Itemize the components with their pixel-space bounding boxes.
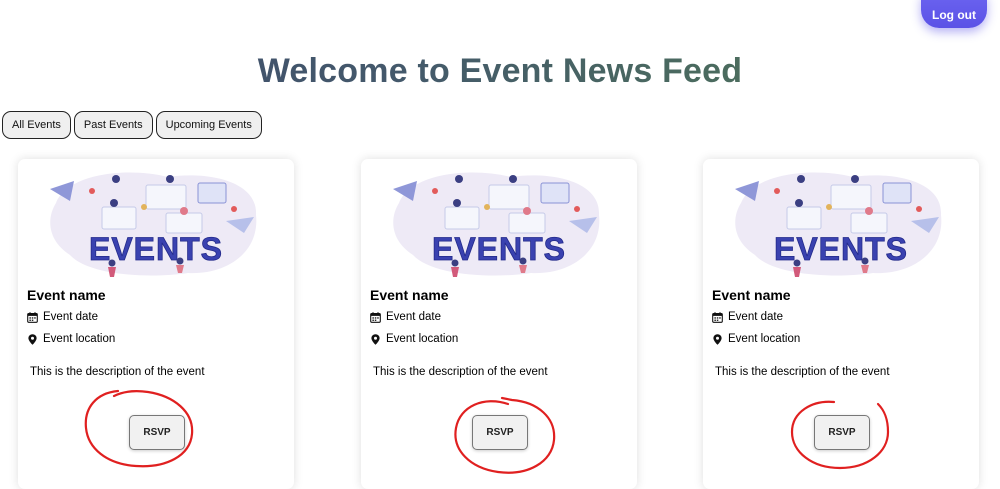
events-illustration: EVENTS (735, 172, 942, 277)
rsvp-button[interactable]: RSVP (472, 415, 528, 450)
map-pin-icon (27, 333, 38, 345)
event-filter-bar: All Events Past Events Upcoming Events (2, 111, 262, 139)
rsvp-button[interactable]: RSVP (814, 415, 870, 450)
event-location-row: Event location (27, 333, 115, 345)
event-date-row: Event date (27, 311, 98, 323)
event-date: Event date (386, 311, 441, 323)
event-location-row: Event location (712, 333, 800, 345)
filter-past-events-button[interactable]: Past Events (73, 111, 153, 139)
event-location: Event location (43, 333, 116, 345)
event-date: Event date (43, 311, 98, 323)
events-illustration: EVENTS (393, 172, 600, 277)
calendar-icon (27, 311, 38, 323)
rsvp-button[interactable]: RSVP (129, 415, 185, 450)
event-name: Event name (712, 287, 791, 303)
event-card: EVENTS Event name Event date Event locat… (361, 159, 637, 489)
filter-all-events-button[interactable]: All Events (2, 111, 71, 139)
map-pin-icon (370, 333, 381, 345)
map-pin-icon (712, 333, 723, 345)
page-title: Welcome to Event News Feed (0, 50, 1000, 92)
events-illustration: EVENTS (50, 172, 257, 277)
event-date: Event date (728, 311, 783, 323)
event-location: Event location (386, 333, 459, 345)
filter-upcoming-events-button[interactable]: Upcoming Events (155, 111, 262, 139)
event-description: This is the description of the event (30, 366, 205, 378)
event-description: This is the description of the event (715, 366, 890, 378)
event-card: EVENTS Event name Event date Event locat… (703, 159, 979, 489)
calendar-icon (712, 311, 723, 323)
event-date-row: Event date (712, 311, 783, 323)
event-location-row: Event location (370, 333, 458, 345)
event-name: Event name (370, 287, 449, 303)
event-name: Event name (27, 287, 106, 303)
logout-button[interactable]: Log out (921, 0, 987, 28)
event-card: EVENTS Event name Event date Event locat… (18, 159, 294, 489)
event-description: This is the description of the event (373, 366, 548, 378)
event-date-row: Event date (370, 311, 441, 323)
event-location: Event location (728, 333, 801, 345)
calendar-icon (370, 311, 381, 323)
